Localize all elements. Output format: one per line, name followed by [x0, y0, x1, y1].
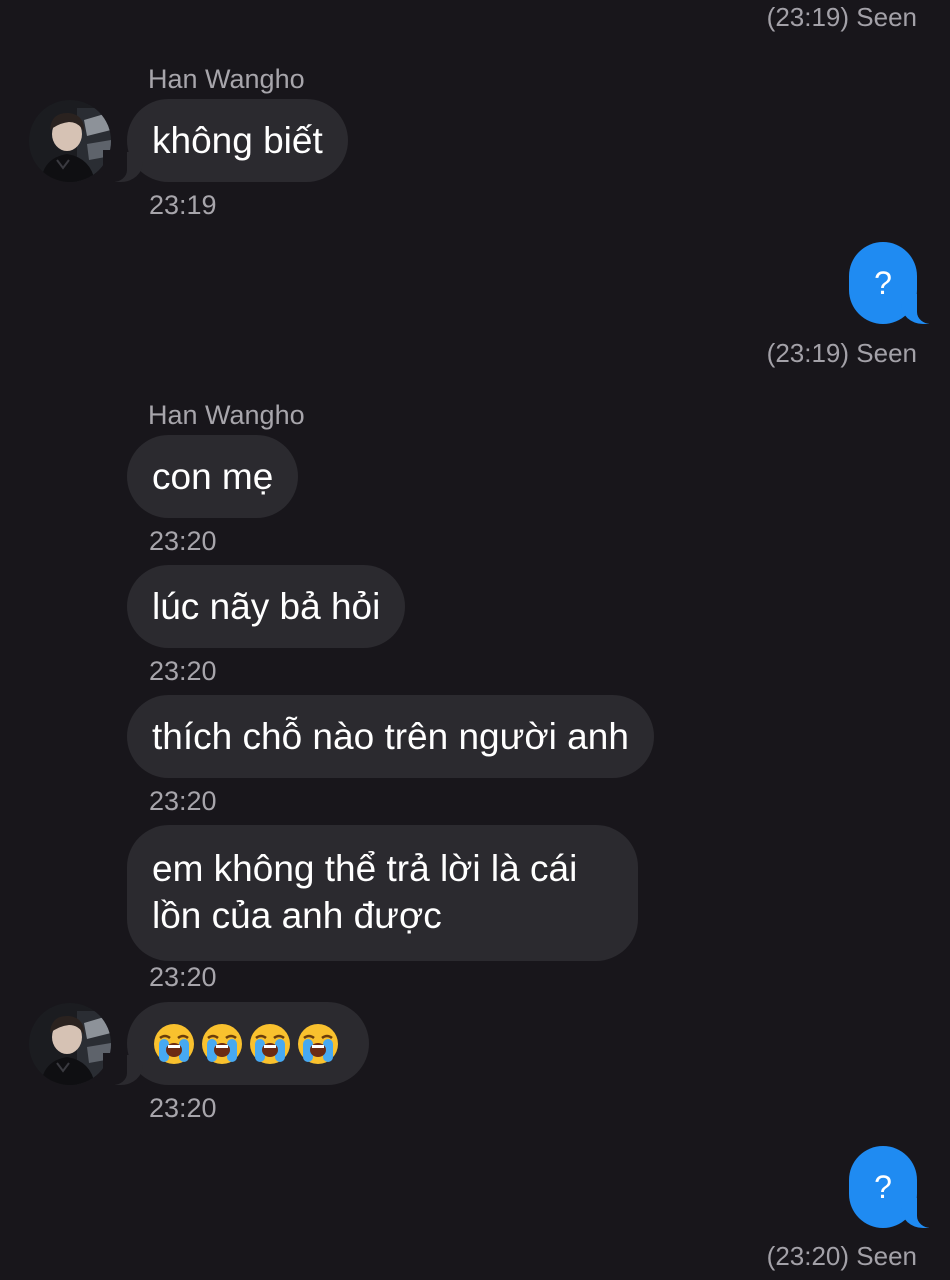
seen-status: (23:20) Seen	[766, 1241, 917, 1271]
seen-status: (23:19) Seen	[766, 338, 917, 368]
message-timestamp: 23:19	[149, 190, 217, 220]
message-text: ?	[874, 1169, 892, 1205]
message-timestamp: 23:20	[149, 526, 217, 556]
sender-name: Han Wangho	[148, 400, 305, 430]
profile-photo-icon	[29, 100, 111, 182]
message-timestamp: 23:20	[149, 786, 217, 816]
received-message-bubble[interactable]: em không thể trả lời là cái lồn của anh …	[127, 825, 638, 961]
message-timestamp: 23:20	[149, 962, 217, 992]
message-text: không biết	[152, 120, 323, 161]
message-timestamp: 23:20	[149, 1093, 217, 1123]
received-message-bubble[interactable]: lúc nãy bả hỏi	[127, 565, 406, 648]
sender-name: Han Wangho	[148, 64, 305, 94]
received-message-bubble[interactable]	[103, 1002, 369, 1085]
seen-status: (23:19) Seen	[766, 2, 917, 32]
sent-message-bubble[interactable]: ?	[849, 242, 941, 324]
message-text: ?	[874, 265, 892, 301]
message-text: con mẹ	[152, 456, 274, 497]
emoji-row	[152, 1020, 344, 1067]
sent-message-bubble[interactable]: ?	[849, 1146, 941, 1228]
received-message-bubble[interactable]: thích chỗ nào trên người anh	[127, 695, 654, 778]
message-timestamp: 23:20	[149, 656, 217, 686]
loudly-crying-face-icon	[154, 1023, 194, 1064]
message-text: thích chỗ nào trên người anh	[152, 716, 629, 757]
received-message-bubble[interactable]: không biết	[103, 99, 348, 182]
message-text: em không thể trả lời là cái lồn của anh …	[152, 848, 578, 936]
loudly-crying-face-icon	[250, 1023, 290, 1064]
avatar[interactable]	[29, 100, 111, 182]
avatar[interactable]	[29, 1003, 111, 1085]
loudly-crying-face-icon	[298, 1023, 338, 1064]
profile-photo-icon	[29, 1003, 111, 1085]
message-text: lúc nãy bả hỏi	[152, 586, 381, 627]
received-message-bubble[interactable]: con mẹ	[127, 435, 299, 518]
loudly-crying-face-icon	[202, 1023, 242, 1064]
